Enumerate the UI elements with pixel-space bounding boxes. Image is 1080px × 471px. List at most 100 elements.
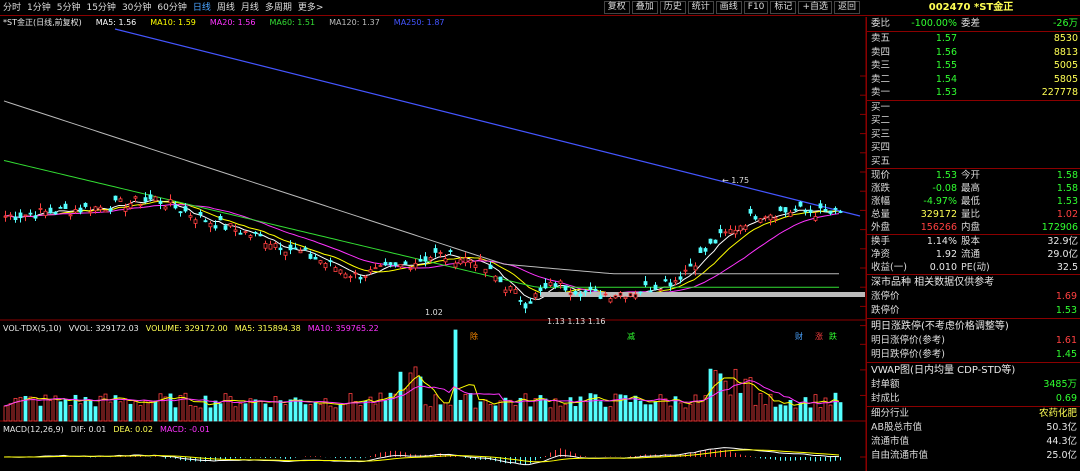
stat-label: 今开 — [961, 170, 981, 181]
industry-info: 细分行业 农药化肥 AB股总市值 50.3亿 流通市值 44.3亿 自由流通市值 25.0亿 — [867, 406, 1080, 463]
candle-body — [648, 290, 653, 293]
tool-button[interactable]: 返回 — [833, 1, 860, 14]
period-tab[interactable]: 1分钟 — [24, 0, 54, 16]
bid-row: 买三 — [867, 128, 1080, 142]
volume-bar — [218, 403, 223, 422]
candle-body — [683, 269, 688, 272]
tool-button[interactable]: 统计 — [687, 1, 714, 14]
tool-button[interactable]: 画线 — [715, 1, 742, 14]
volume-bar — [723, 380, 728, 422]
kv-row: 自由流通市值 25.0亿 — [867, 449, 1080, 463]
candle-body — [833, 207, 838, 210]
candle-body — [128, 202, 133, 209]
quote-stats: 现价 1.53 今开 1.58 涨跌 -0.08 最高 1.58 涨幅 -4.97% 最低 1.53 总… — [867, 168, 1080, 234]
tool-button[interactable]: 标记 — [770, 1, 797, 14]
stat-label: 现价 — [871, 170, 891, 181]
kv-label: 涨停价 — [871, 291, 900, 302]
period-tab[interactable]: 周线 — [214, 0, 238, 16]
volume-bar — [473, 407, 478, 422]
period-tab[interactable]: 更多> — [295, 0, 327, 16]
candle-body — [708, 238, 713, 244]
volume-bar — [68, 405, 73, 422]
candle-body — [178, 211, 183, 214]
ask-label: 卖二 — [871, 73, 891, 85]
tool-button[interactable]: F10 — [743, 1, 769, 14]
event-mark: 跌 — [829, 331, 837, 341]
tool-button[interactable]: +自选 — [798, 1, 832, 14]
volume-bar — [193, 405, 198, 422]
period-tab[interactable]: 月线 — [238, 0, 262, 16]
candle-body — [8, 214, 13, 217]
stat-label: PE(动) — [961, 262, 990, 273]
candle-body — [243, 231, 248, 234]
candle-body — [633, 293, 638, 299]
stat2-row: 净资 1.92 流通 29.0亿 — [867, 248, 1080, 261]
volume-bar — [108, 401, 113, 422]
ask-price: 1.56 — [935, 46, 957, 58]
candle-body — [733, 229, 738, 235]
section-tomorrow[interactable]: 明日涨跌停(不考虑价格调整等) — [867, 318, 1080, 334]
candle-body — [28, 212, 33, 215]
candle-body — [303, 247, 308, 250]
event-mark: 除 — [470, 331, 478, 341]
candle-body — [743, 225, 748, 230]
volume-bar — [818, 407, 823, 422]
period-tabs: 分时 1分钟 5分钟 15分钟 30分钟 60分钟 日线 周线 月线 多周期 更多> — [0, 0, 326, 16]
volume-bar — [313, 402, 318, 422]
vol-legend: VOL-TDX(5,10) VVOL: 329172.03 VOLUME: 32… — [3, 323, 379, 335]
kline-chart[interactable]: 2.302.202.102.001.901.801.701.601.501.40… — [0, 17, 866, 471]
volume-bar — [483, 399, 488, 422]
kv-label: 封成比 — [871, 393, 900, 404]
ma-legend: *ST金正(日线,前复权) MA5: 1.56 MA10: 1.59 MA20: 1… — [3, 17, 445, 29]
candle-body — [628, 292, 633, 297]
volume-bar — [263, 403, 268, 422]
candle-body — [583, 290, 588, 293]
volume-bar — [648, 404, 653, 422]
candle-body — [158, 200, 163, 204]
candle-body — [723, 231, 728, 234]
volume-bar — [828, 404, 833, 422]
candle-body — [463, 257, 468, 264]
section-vwap[interactable]: VWAP图(日内均量 CDP-STD等) — [867, 362, 1080, 378]
tool-button[interactable]: 历史 — [659, 1, 686, 14]
candle-body — [348, 276, 353, 278]
period-tab[interactable]: 30分钟 — [119, 0, 154, 16]
vol-vvol: VVOL: 329172.03 — [68, 324, 139, 333]
period-tab[interactable]: 分时 — [0, 0, 24, 16]
section-market[interactable]: 深市品种 相关数据仅供参考 — [867, 274, 1080, 290]
quote-stats2: 换手 1.14% 股本 32.9亿 净资 1.92 流通 29.0亿 收益(一) 0.010 PE(… — [867, 234, 1080, 274]
ma-legend-item: MA120: 1.37 — [329, 18, 380, 27]
kline-svg[interactable]: 2.302.202.102.001.901.801.701.601.501.40… — [0, 17, 866, 471]
period-tab[interactable]: 5分钟 — [54, 0, 84, 16]
candle-body — [638, 291, 643, 294]
candle-body — [73, 209, 78, 213]
bid-book: 买一 买二 买三 买四 买五 — [867, 99, 1080, 169]
tool-button[interactable]: 叠加 — [631, 1, 658, 14]
candle-body — [408, 268, 413, 270]
ask-volume: 8530 — [1053, 33, 1078, 44]
candle-body — [613, 295, 618, 299]
period-tab[interactable]: 60分钟 — [154, 0, 189, 16]
period-tab[interactable]: 多周期 — [262, 0, 295, 16]
candle-body — [88, 211, 93, 214]
volume-bar — [283, 404, 288, 422]
stat-label: 收益(一) — [871, 262, 907, 273]
volume-bar — [333, 407, 338, 422]
period-tab[interactable]: 15分钟 — [83, 0, 118, 16]
candle-body — [698, 247, 703, 253]
macd-val: MACD: -0.01 — [159, 425, 210, 434]
price-band — [540, 292, 865, 297]
candle-body — [268, 243, 273, 250]
period-tab[interactable]: 日线 — [190, 0, 214, 16]
candle-body — [813, 216, 818, 221]
volume-bar — [478, 401, 483, 422]
tool-button[interactable]: 复权 — [603, 1, 630, 14]
ask-label: 卖三 — [871, 60, 891, 71]
candle-body — [213, 225, 218, 229]
stat-value: -0.08 — [932, 183, 957, 194]
candle-body — [748, 208, 753, 214]
volume-bar — [738, 392, 743, 422]
volume-bar — [308, 404, 313, 422]
volume-bar — [533, 398, 538, 422]
kv-value: 1.53 — [1055, 305, 1077, 316]
